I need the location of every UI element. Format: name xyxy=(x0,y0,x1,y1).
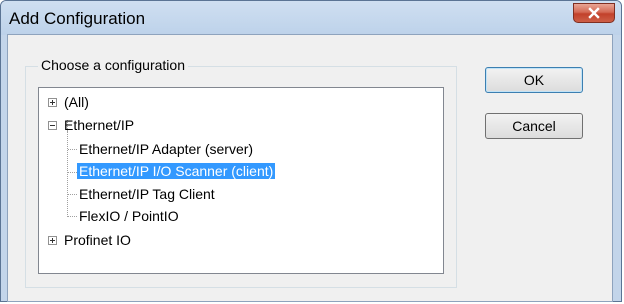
cancel-button[interactable]: Cancel xyxy=(485,113,583,139)
collapse-minus-icon[interactable] xyxy=(48,121,57,130)
expand-plus-icon[interactable] xyxy=(48,236,57,245)
tree-item-profinet-io[interactable]: Profinet IO xyxy=(62,229,133,251)
tree-item-flexio-pointio[interactable]: FlexIO / PointIO xyxy=(77,205,181,227)
configuration-tree[interactable]: (All) Ethernet/IP Ethernet/IP Adapter (s… xyxy=(38,87,444,274)
tree-item-label: Ethernet/IP Tag Client xyxy=(79,186,215,202)
tree-item-ethernet-ip-tag-client[interactable]: Ethernet/IP Tag Client xyxy=(77,183,217,205)
groupbox-legend: Choose a configuration xyxy=(38,57,188,73)
tree-item-label: FlexIO / PointIO xyxy=(79,208,179,224)
tree-item-ethernet-ip-adapter[interactable]: Ethernet/IP Adapter (server) xyxy=(77,138,255,160)
tree-connector xyxy=(68,194,77,195)
tree-connector xyxy=(67,131,68,217)
close-x-icon xyxy=(588,7,600,19)
tree-item-all[interactable]: (All) xyxy=(62,91,91,113)
dialog-title: Add Configuration xyxy=(9,9,146,28)
tree-item-label: Ethernet/IP Adapter (server) xyxy=(79,141,254,157)
tree-item-ethernet-ip-io-scanner[interactable]: Ethernet/IP I/O Scanner (client) xyxy=(77,160,276,182)
tree-connector xyxy=(68,149,77,150)
title-bar[interactable]: Add Configuration xyxy=(1,1,621,35)
tree-item-ethernet-ip[interactable]: Ethernet/IP xyxy=(62,114,136,136)
tree-connector xyxy=(68,172,77,173)
tree-item-label: Ethernet/IP xyxy=(64,117,135,133)
tree-item-label: Ethernet/IP I/O Scanner (client) xyxy=(77,163,276,179)
tree-item-label: (All) xyxy=(64,94,89,110)
expand-plus-icon[interactable] xyxy=(48,98,57,107)
ok-button[interactable]: OK xyxy=(485,67,583,93)
close-button[interactable] xyxy=(573,3,615,23)
tree-item-label: Profinet IO xyxy=(64,232,131,248)
tree-connector xyxy=(68,216,77,217)
